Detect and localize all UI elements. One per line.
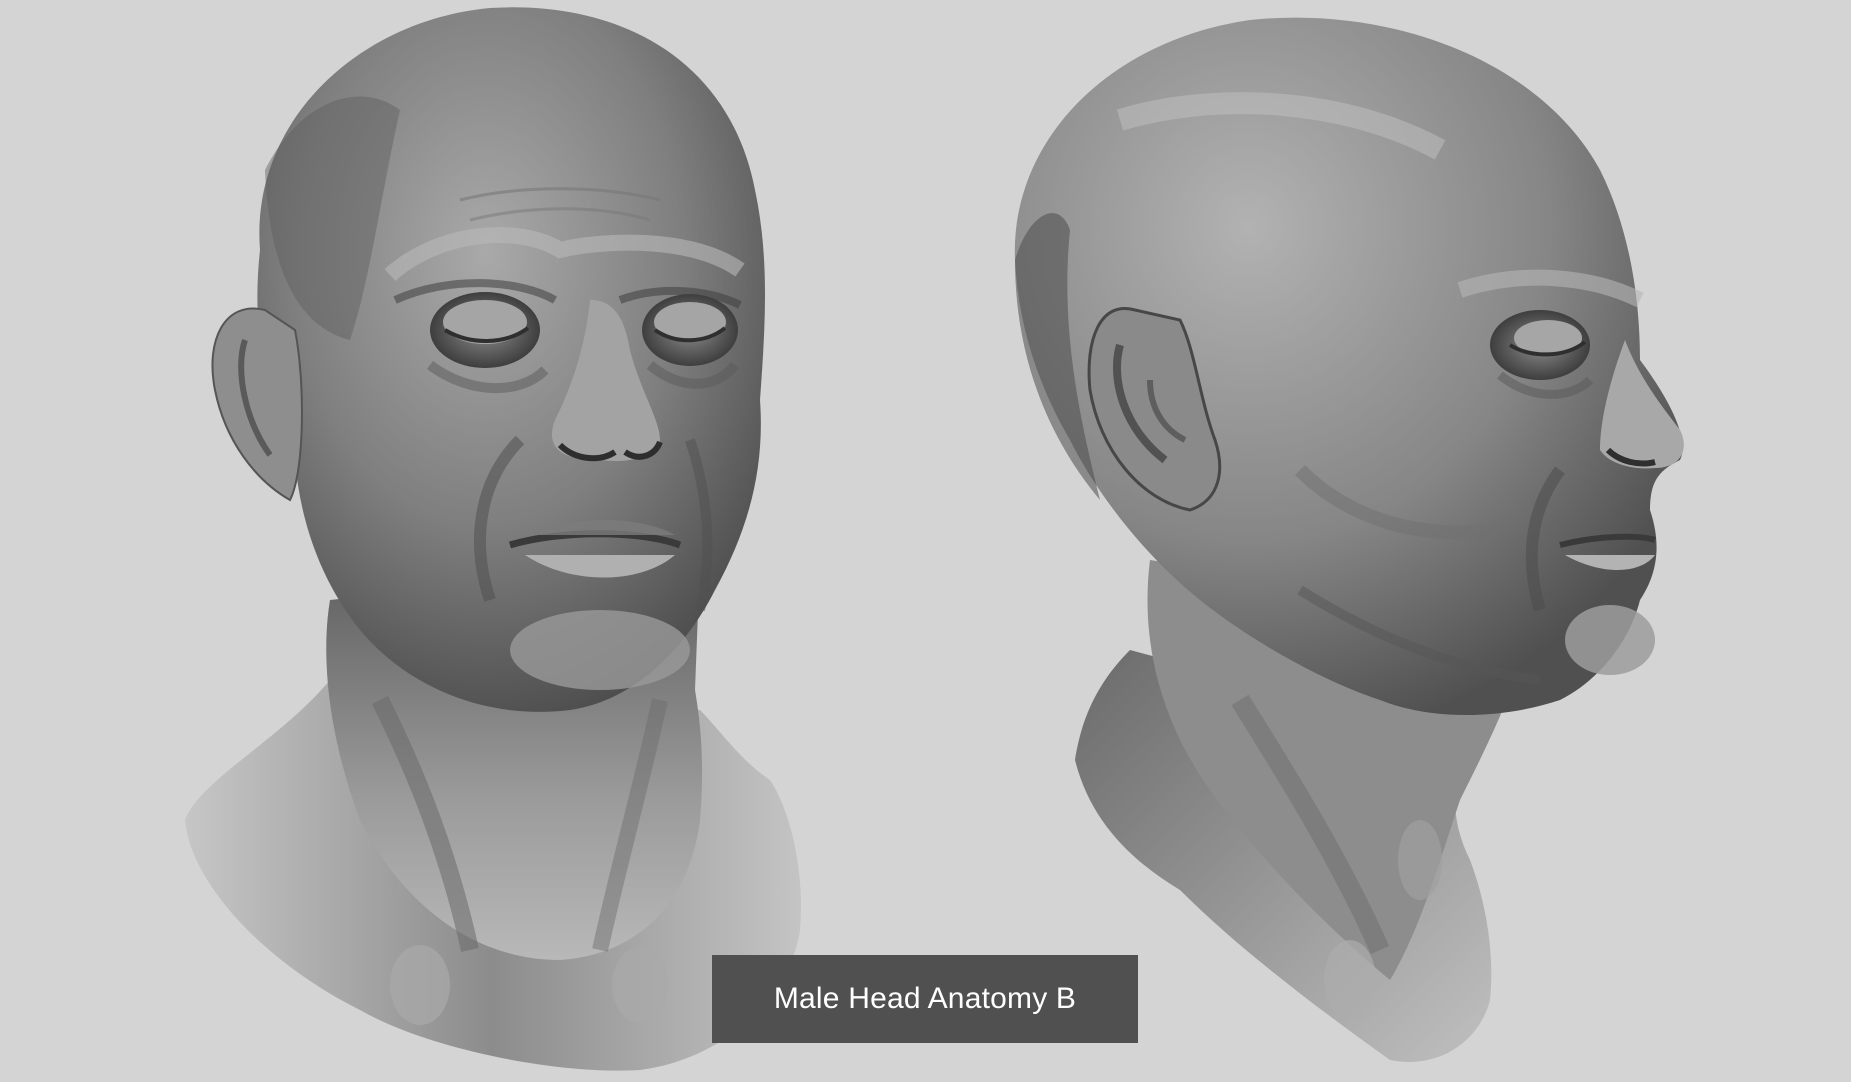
head-front-render [185,7,801,1071]
head-profile-render [1014,17,1684,1062]
sculpt-render [185,7,1684,1071]
image-canvas: Male Head Anatomy B [0,0,1851,1082]
caption-label: Male Head Anatomy B [712,955,1138,1043]
